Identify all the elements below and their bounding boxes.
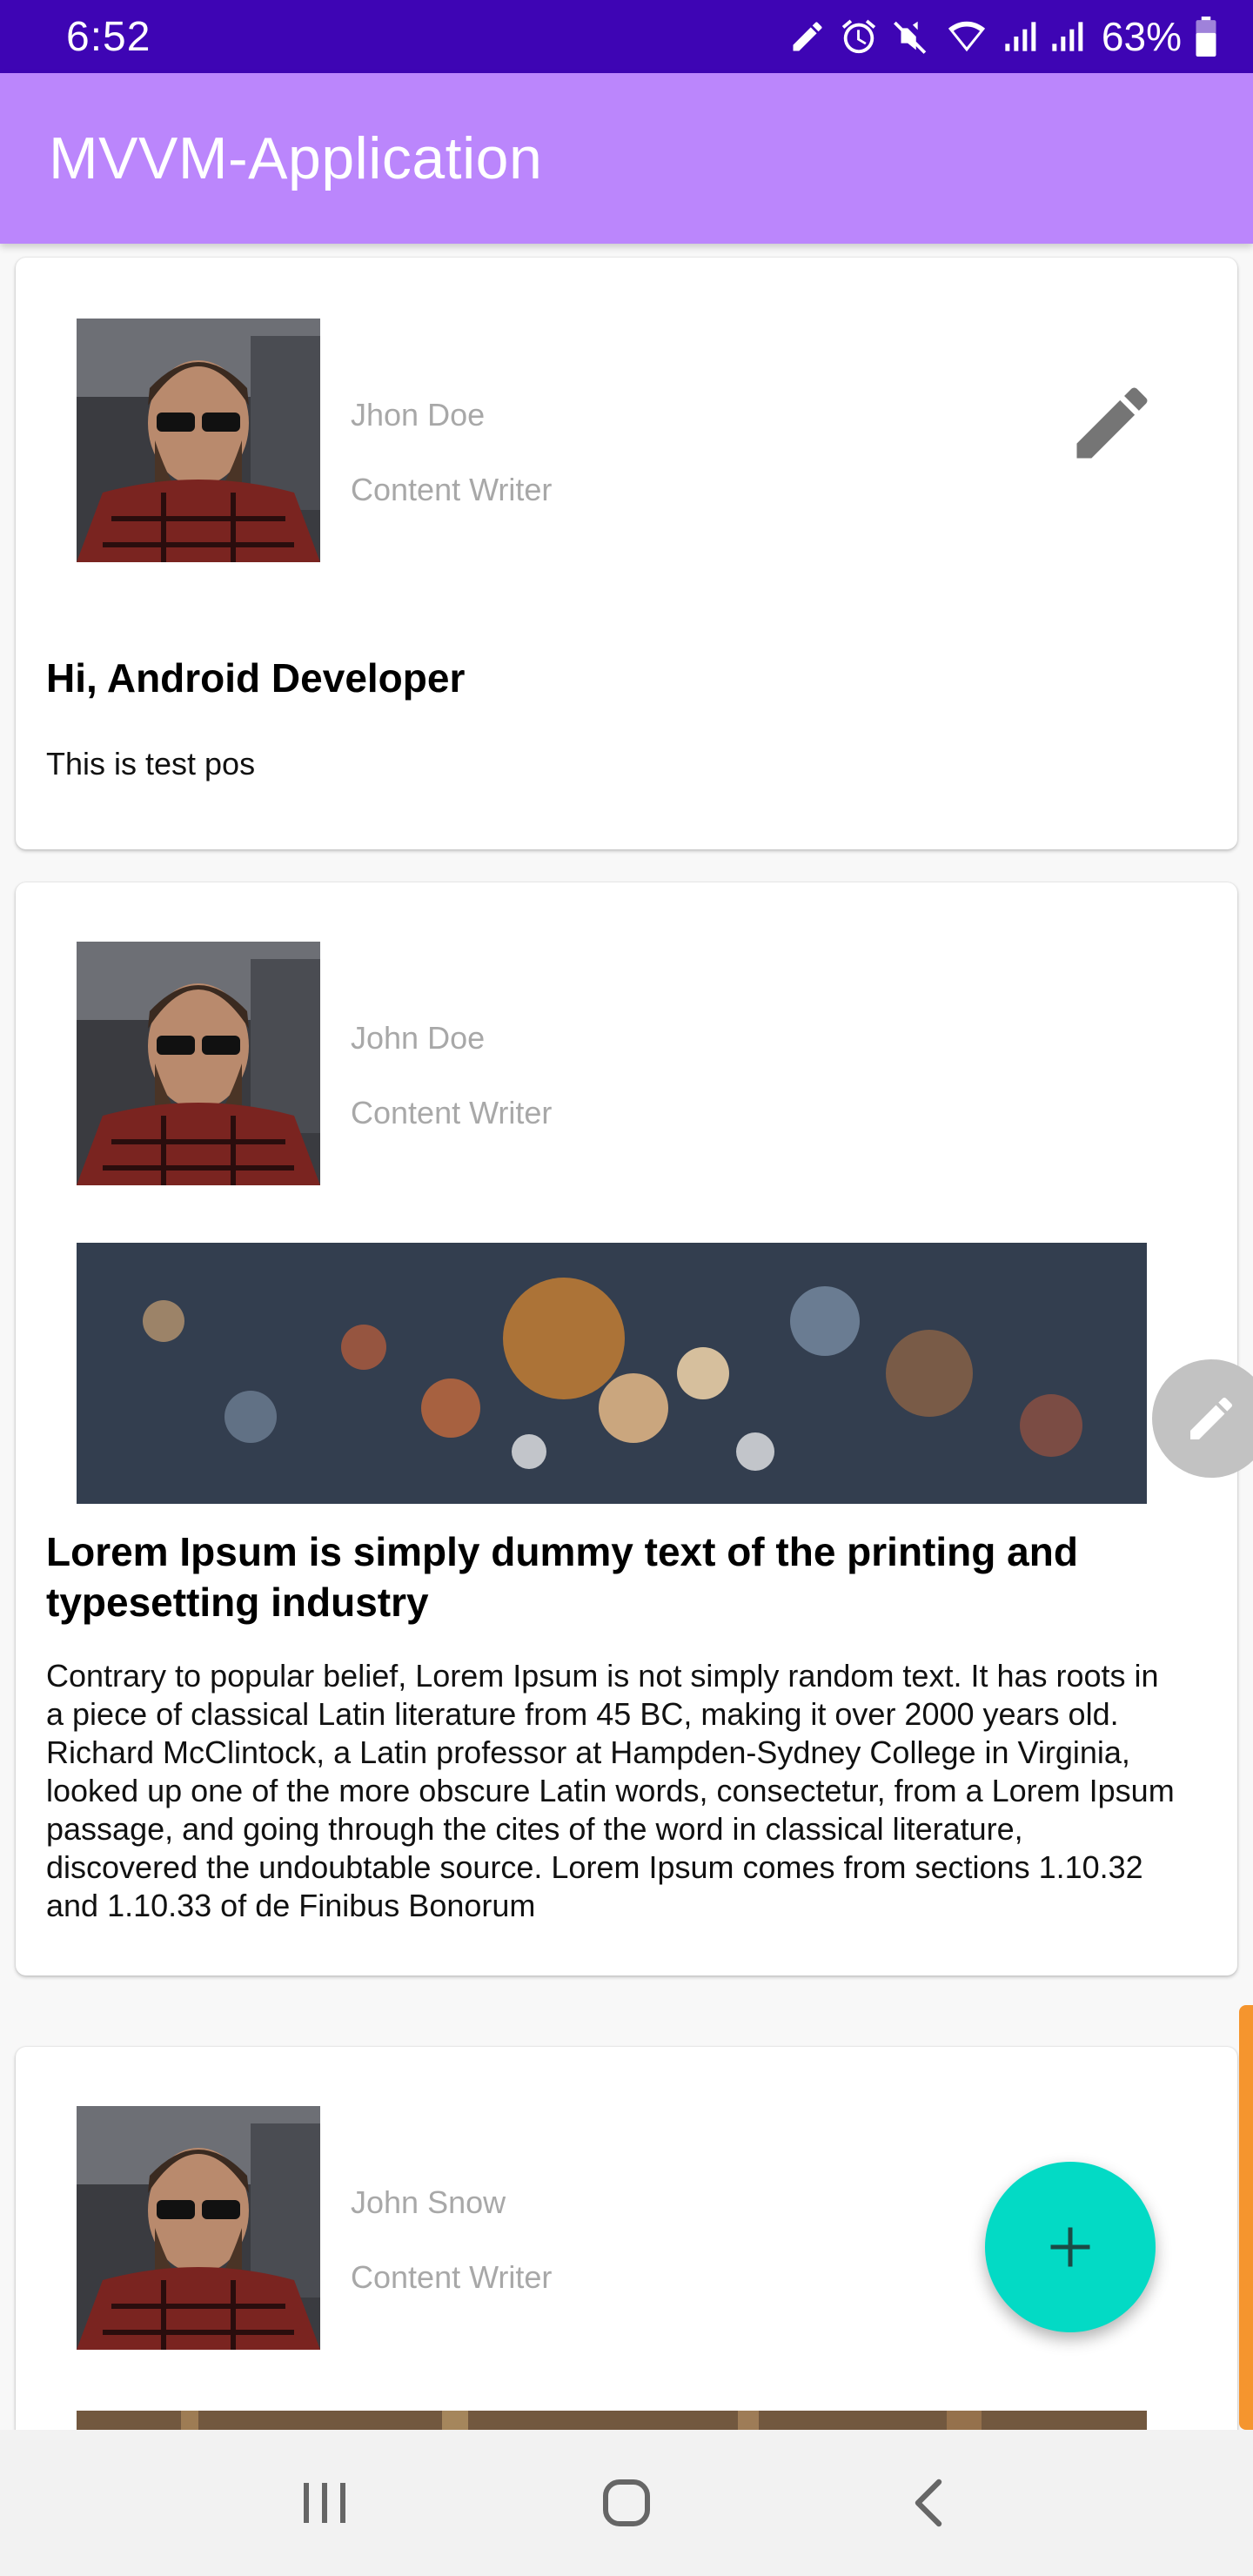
post-body: This is test pos	[46, 746, 256, 782]
app-title: MVVM-Application	[49, 125, 543, 191]
recents-button[interactable]	[272, 2451, 377, 2555]
wifi-icon	[948, 21, 986, 52]
author-name: John Snow	[351, 2184, 506, 2220]
battery-percent: 63%	[1101, 14, 1182, 59]
plus-icon	[1050, 2227, 1090, 2267]
status-time: 6:52	[66, 13, 151, 60]
signal-icon	[1005, 22, 1036, 51]
author-role: Content Writer	[351, 2259, 553, 2295]
edit-icon	[1076, 387, 1148, 459]
add-post-button[interactable]	[985, 2162, 1156, 2332]
battery-icon	[1196, 17, 1216, 57]
author-role: Content Writer	[351, 1095, 553, 1130]
avatar	[77, 2106, 320, 2350]
post-list[interactable]: Jhon Doe Content Writer Hi, Android Deve…	[0, 244, 1253, 2430]
back-icon	[915, 2479, 941, 2527]
back-button[interactable]	[876, 2451, 981, 2555]
edit-icon	[1190, 1397, 1232, 1439]
alarm-icon	[841, 19, 876, 54]
status-bar: 6:52 63%	[0, 0, 1253, 73]
author-name: John Doe	[351, 1020, 486, 1056]
navigation-bar	[0, 2430, 1253, 2576]
app-bar: MVVM-Application	[0, 73, 1253, 244]
vibrate-mute-icon	[893, 21, 927, 54]
avatar	[77, 319, 320, 562]
signal-icon	[1052, 22, 1083, 51]
status-icons: 63%	[788, 13, 1218, 60]
edit-post-button[interactable]	[1060, 371, 1164, 475]
scrollbar[interactable]	[1239, 2005, 1253, 2430]
author-name: Jhon Doe	[351, 397, 486, 433]
home-icon	[602, 2479, 650, 2526]
edit-icon	[793, 22, 822, 51]
avatar	[77, 942, 320, 1185]
post-card[interactable]: Jhon Doe Content Writer Hi, Android Deve…	[16, 258, 1237, 849]
author-role: Content Writer	[351, 472, 553, 507]
post-title: Lorem Ipsum is simply dummy text of the …	[46, 1529, 1078, 1625]
home-button[interactable]	[574, 2451, 679, 2555]
post-title: Hi, Android Developer	[46, 655, 466, 701]
post-body: Contrary to popular belief, Lorem Ipsum …	[46, 1658, 1175, 1923]
post-card[interactable]: John Doe Content Writer Lorem Ipsum is s…	[16, 882, 1237, 1976]
post-image	[77, 2411, 1147, 2430]
post-image	[77, 1243, 1147, 1504]
recents-icon	[304, 2483, 346, 2523]
